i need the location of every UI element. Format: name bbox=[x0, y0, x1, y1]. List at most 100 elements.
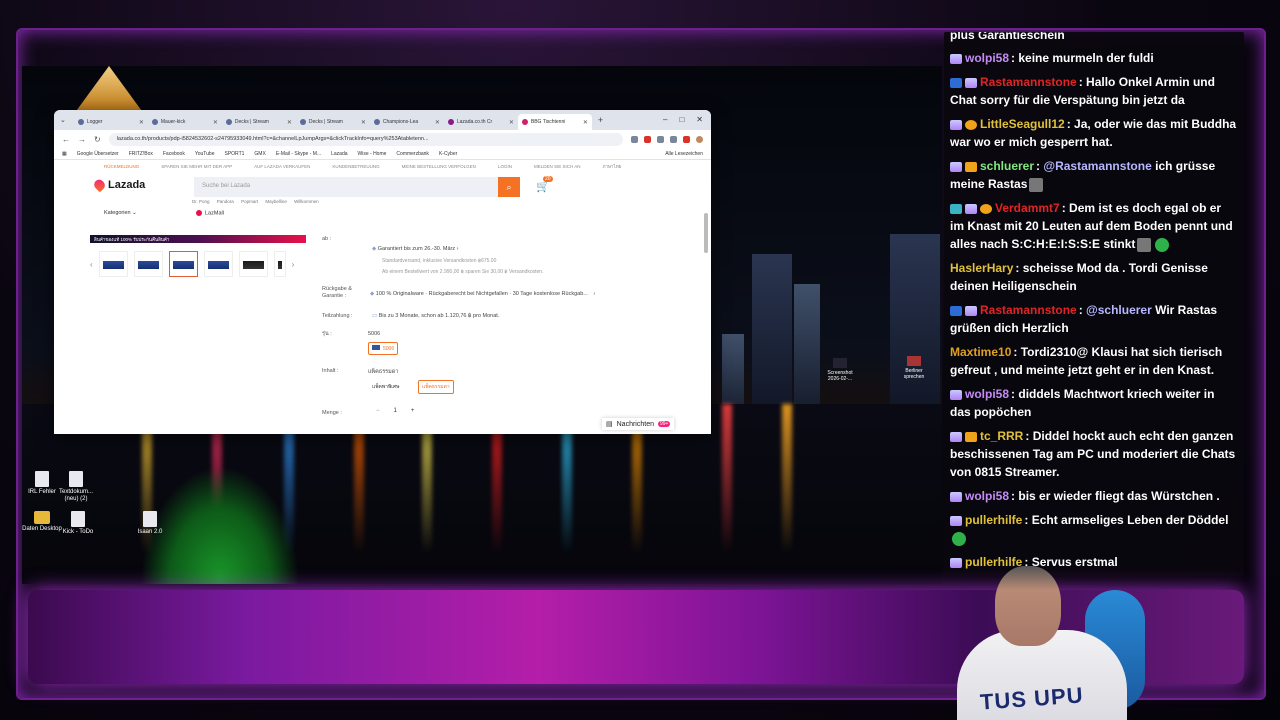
chevron-left-icon[interactable]: ‹ bbox=[90, 260, 93, 269]
topnav-link[interactable]: RÜCKMELDUNG bbox=[104, 164, 139, 169]
content-option[interactable]: แพ็คธรรมดา bbox=[418, 380, 454, 394]
close-tab-icon[interactable]: ✕ bbox=[361, 119, 366, 126]
topnav-link[interactable]: SPAREN SIE MEHR MIT DER APP bbox=[161, 164, 232, 169]
product-thumbnail[interactable] bbox=[98, 251, 128, 277]
bookmark-item[interactable]: E-Mail - Skype - M... bbox=[276, 151, 321, 157]
chat-username[interactable]: HaslerHary bbox=[950, 261, 1013, 275]
search-input[interactable]: Suche bei Lazada bbox=[194, 177, 520, 197]
close-tab-icon[interactable]: ✕ bbox=[435, 119, 440, 126]
desktop-icon-daten-desktop[interactable]: Daten Desktop bbox=[22, 511, 62, 533]
categories-dropdown[interactable]: Kategorien ⌄ bbox=[104, 210, 137, 216]
chat-mention[interactable]: @Rastamannstone bbox=[1043, 159, 1151, 173]
suggestion-link[interactable]: Maybelline bbox=[265, 199, 287, 204]
chat-username[interactable]: tc_RRR bbox=[980, 429, 1023, 443]
messages-button[interactable]: ▤ Nachrichten 99+ bbox=[602, 418, 675, 430]
topnav-link[interactable]: MELDEN SIE SICH AN bbox=[534, 164, 581, 169]
new-tab-button[interactable]: + bbox=[598, 115, 603, 125]
bookmark-item[interactable]: Google Übersetzer bbox=[77, 151, 119, 157]
apps-icon[interactable]: ▦ bbox=[62, 151, 67, 157]
scrollbar[interactable] bbox=[704, 213, 708, 253]
bookmark-item[interactable]: YouTube bbox=[195, 151, 215, 157]
tab-lazada[interactable]: Lazada.co.th Cr ✕ bbox=[444, 114, 518, 130]
topnav-link[interactable]: KUNDENBETREUUNG bbox=[332, 164, 379, 169]
all-bookmarks[interactable]: Alle Lesezeichen bbox=[665, 151, 703, 157]
tab-logger[interactable]: Logger ✕ bbox=[74, 114, 148, 130]
topnav-link[interactable]: LOGIN bbox=[498, 164, 512, 169]
bookmark-item[interactable]: Lazada bbox=[331, 151, 347, 157]
bookmark-item[interactable]: FRITZ!Box bbox=[129, 151, 153, 157]
lazada-logo[interactable]: Lazada bbox=[92, 177, 145, 193]
quantity-decrease-button[interactable]: − bbox=[376, 408, 380, 414]
desktop-icon-berliner-sprechen[interactable]: Berliner sprechen bbox=[896, 356, 932, 380]
topnav-link[interactable]: ภาษาไทย bbox=[602, 163, 621, 170]
back-icon[interactable]: ← bbox=[62, 135, 70, 144]
tab-mauer-kick[interactable]: Mauer-kick ✕ bbox=[148, 114, 222, 130]
quantity-value[interactable]: 1 bbox=[394, 408, 397, 414]
chat-username[interactable]: schluerer bbox=[980, 159, 1034, 173]
product-thumbnail[interactable] bbox=[238, 251, 268, 277]
bookmark-item[interactable]: SPORT1 bbox=[225, 151, 245, 157]
search-button[interactable]: ⌕ bbox=[498, 177, 520, 197]
topnav-link[interactable]: AUF LAZADA VERKAUFEN bbox=[254, 164, 310, 169]
chat-username[interactable]: LittleSeagull12 bbox=[980, 117, 1065, 131]
suggestion-link[interactable]: Dr. Pong bbox=[192, 199, 210, 204]
quantity-increase-button[interactable]: + bbox=[411, 408, 415, 414]
desktop-icon-isaan[interactable]: Isaan 2.0 bbox=[130, 511, 170, 536]
product-thumbnail[interactable] bbox=[168, 251, 198, 277]
chat-username[interactable]: Maxtime10 bbox=[950, 345, 1011, 359]
chat-username[interactable]: Rastamannstone bbox=[980, 303, 1077, 317]
profile-avatar[interactable] bbox=[696, 135, 703, 143]
chat-username[interactable]: wolpi58 bbox=[965, 387, 1009, 401]
tab-bbg-tischtennis[interactable]: BBG Tischtenni ✕ bbox=[517, 114, 592, 130]
close-tab-icon[interactable]: ✕ bbox=[139, 119, 144, 126]
extension-icon[interactable] bbox=[657, 135, 664, 143]
desktop-icon-kick-todo[interactable]: Kick - ToDo bbox=[58, 511, 98, 536]
tab-champions[interactable]: Champions-Lea ✕ bbox=[370, 114, 444, 130]
tab-decks-2[interactable]: Decks | Stream ✕ bbox=[296, 114, 370, 130]
suggestion-link[interactable]: Pandora bbox=[217, 199, 234, 204]
close-tab-icon[interactable]: ✕ bbox=[213, 119, 218, 126]
forward-icon[interactable]: → bbox=[78, 135, 86, 144]
url-field[interactable]: lazada.co.th/products/pdp-i5824532602-s2… bbox=[108, 132, 623, 146]
suggestion-link[interactable]: Willkommen bbox=[294, 199, 319, 204]
bookmark-item[interactable]: Commerzbank bbox=[396, 151, 429, 157]
extension-icon[interactable] bbox=[683, 135, 690, 143]
minimize-icon[interactable]: – bbox=[663, 115, 667, 124]
model-option[interactable]: 5006 bbox=[368, 342, 399, 355]
bookmark-item[interactable]: K-Cyber bbox=[439, 151, 457, 157]
chat-username[interactable]: wolpi58 bbox=[965, 51, 1009, 65]
delivery-guarantee[interactable]: ◆ Garantiert bis zum 26.-30. März › bbox=[372, 246, 458, 252]
chat-username[interactable]: wolpi58 bbox=[965, 489, 1009, 503]
cart-button[interactable]: 🛒 20 bbox=[536, 176, 553, 193]
maximize-icon[interactable]: □ bbox=[679, 115, 684, 124]
close-tab-icon[interactable]: ✕ bbox=[287, 119, 292, 126]
chat-username[interactable]: Rastamannstone bbox=[980, 75, 1077, 89]
topnav-link[interactable]: MEINE BESTELLUNG VERFOLGEN bbox=[402, 164, 476, 169]
return-info[interactable]: ◆ 100 % Originalware · Rückgaberecht bei… bbox=[370, 291, 595, 297]
chat-username[interactable]: Verdammt7 bbox=[995, 201, 1060, 215]
product-thumbnail[interactable] bbox=[133, 251, 163, 277]
chat-username[interactable]: pullerhilfe bbox=[965, 513, 1022, 527]
reload-icon[interactable]: ↻ bbox=[94, 135, 101, 144]
extension-icon[interactable] bbox=[670, 135, 677, 143]
product-thumbnail[interactable] bbox=[273, 251, 286, 277]
bookmark-item[interactable]: GMX bbox=[254, 151, 265, 157]
desktop-icon-screenshot[interactable]: Screenshot 2026-02-... bbox=[822, 358, 858, 382]
extension-icon[interactable] bbox=[631, 135, 638, 143]
product-thumbnail[interactable] bbox=[203, 251, 233, 277]
tab-search-icon[interactable]: ⌄ bbox=[60, 116, 66, 124]
extension-icon[interactable] bbox=[644, 135, 651, 143]
close-tab-icon[interactable]: ✕ bbox=[583, 119, 588, 126]
suggestion-link[interactable]: Popmart bbox=[241, 199, 258, 204]
lazmall-icon bbox=[196, 210, 202, 216]
chat-mention[interactable]: @schluerer bbox=[1086, 303, 1152, 317]
content-option[interactable]: แพ็คพาพิเศษ bbox=[368, 380, 404, 394]
close-tab-icon[interactable]: ✕ bbox=[509, 119, 514, 126]
bookmark-item[interactable]: Wise - Home bbox=[358, 151, 387, 157]
chevron-right-icon[interactable]: › bbox=[292, 260, 295, 269]
desktop-icon-textdokument[interactable]: Textdokum... (neu) (2) bbox=[56, 471, 96, 503]
bookmark-item[interactable]: Facebook bbox=[163, 151, 185, 157]
lazmall-link[interactable]: LazMall bbox=[196, 210, 224, 216]
close-icon[interactable]: ✕ bbox=[696, 115, 703, 124]
tab-decks-1[interactable]: Decks | Stream ✕ bbox=[222, 114, 296, 130]
